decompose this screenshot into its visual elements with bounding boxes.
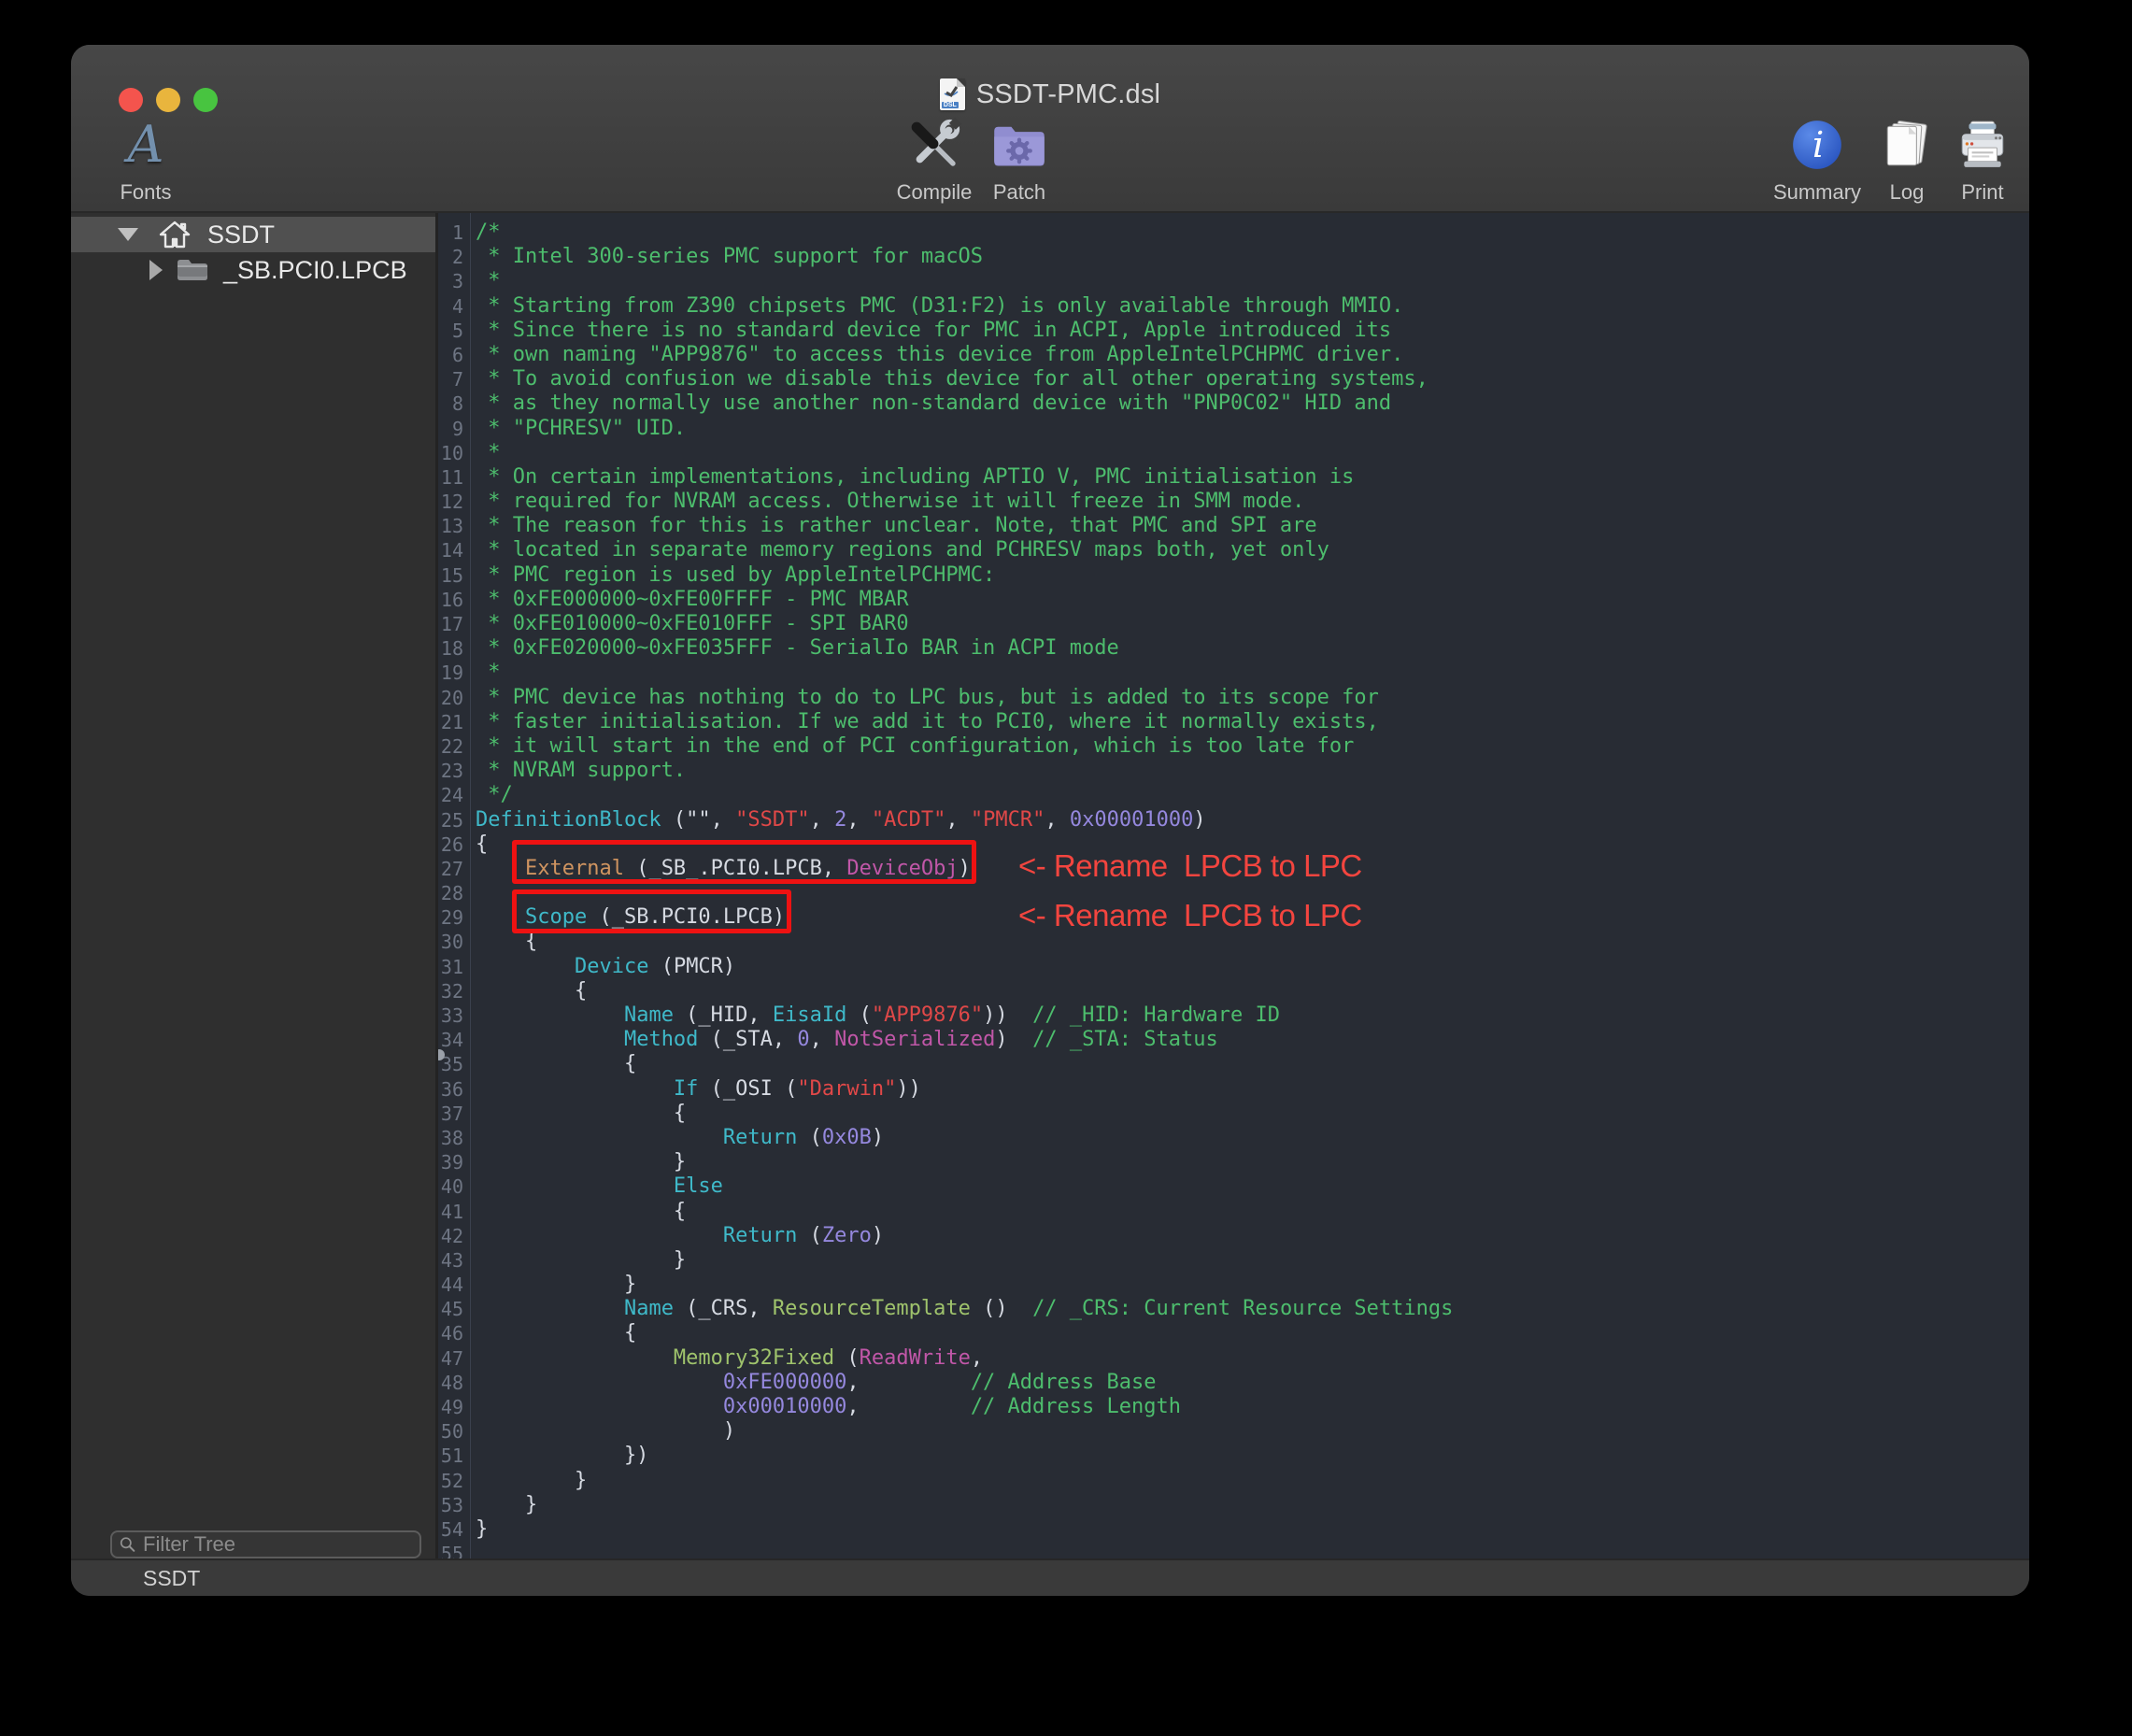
patch-folder-icon <box>991 115 1047 175</box>
code-line[interactable]: * PMC region is used by AppleIntelPCHPMC… <box>476 563 1453 588</box>
code-line[interactable]: Method (_STA, 0, NotSerialized) // _STA:… <box>476 1028 1453 1052</box>
code-line[interactable]: * required for NVRAM access. Otherwise i… <box>476 490 1453 514</box>
sidebar: SSDT _SB.PCI0.LPCB <box>71 213 435 1558</box>
code-line[interactable]: } <box>476 1493 1453 1517</box>
code-line[interactable]: Return (Zero) <box>476 1224 1453 1248</box>
filter-tree-input[interactable] <box>143 1532 412 1557</box>
code-line[interactable]: } <box>476 1469 1453 1493</box>
code-line[interactable]: ) <box>476 1419 1453 1444</box>
code-line[interactable]: * "PCHRESV" UID. <box>476 417 1453 441</box>
code-line[interactable]: */ <box>476 783 1453 807</box>
patch-button[interactable]: Patch <box>982 115 1057 208</box>
code-line[interactable]: 0x00010000, // Address Length <box>476 1395 1453 1419</box>
folder-icon <box>176 257 207 283</box>
code-line[interactable]: * as they normally use another non-stand… <box>476 391 1453 416</box>
pages-icon <box>1880 115 1934 175</box>
code-line[interactable]: * Starting from Z390 chipsets PMC (D31:F… <box>476 294 1453 319</box>
fonts-button[interactable]: A Fonts <box>99 115 192 208</box>
code-line[interactable]: * PMC device has nothing to do to LPC bu… <box>476 686 1453 710</box>
log-button[interactable]: Log <box>1874 115 1940 208</box>
code-line[interactable]: } <box>476 1248 1453 1273</box>
code-line[interactable]: 0xFE000000, // Address Base <box>476 1371 1453 1395</box>
code-line[interactable]: DefinitionBlock ("", "SSDT", 2, "ACDT", … <box>476 808 1453 832</box>
printer-icon <box>1955 115 2010 175</box>
window-title: SSDT-PMC.dsl <box>976 79 1160 110</box>
info-icon: i <box>1791 115 1843 175</box>
compile-label: Compile <box>897 180 973 205</box>
code-line[interactable]: * Intel 300-series PMC support for macOS <box>476 245 1453 269</box>
code-line[interactable]: { <box>476 1200 1453 1224</box>
annotation-note-1: <- Rename LPCB to LPC <box>1018 848 1362 884</box>
code-line[interactable]: * <box>476 269 1453 293</box>
code-line[interactable]: * 0xFE010000~0xFE010FFF - SPI BAR0 <box>476 612 1453 636</box>
code-line[interactable]: } <box>476 1517 1453 1542</box>
print-label: Print <box>1961 180 2003 205</box>
code-line[interactable]: * Since there is no standard device for … <box>476 319 1453 343</box>
code-line[interactable]: * On certain implementations, including … <box>476 465 1453 490</box>
svg-text:i: i <box>1812 124 1824 166</box>
tree-label-lpcb: _SB.PCI0.LPCB <box>223 256 407 285</box>
summary-label: Summary <box>1773 180 1861 205</box>
tree-label-ssdt: SSDT <box>207 221 275 249</box>
code-line[interactable]: { <box>476 1321 1453 1345</box>
status-selection-label: SSDT <box>143 1566 200 1591</box>
code-line[interactable]: * located in separate memory regions and… <box>476 538 1453 562</box>
line-numbers: 1234567891011121314151617181920212223242… <box>438 221 466 1558</box>
log-label: Log <box>1890 180 1925 205</box>
annotation-box-external <box>512 840 976 884</box>
code-line[interactable]: * To avoid confusion we disable this dev… <box>476 367 1453 391</box>
code-line[interactable]: Name (_HID, EisaId ("APP9876")) // _HID:… <box>476 1003 1453 1028</box>
status-bar: SSDT <box>71 1558 2029 1596</box>
code-line[interactable]: * 0xFE020000~0xFE035FFF - SerialIo BAR i… <box>476 636 1453 661</box>
code-line[interactable]: { <box>476 1102 1453 1126</box>
code-line[interactable]: * 0xFE000000~0xFE00FFFF - PMC MBAR <box>476 588 1453 612</box>
code-line[interactable]: * it will start in the end of PCI config… <box>476 734 1453 759</box>
code-line[interactable]: Memory32Fixed (ReadWrite, <box>476 1346 1453 1371</box>
print-button[interactable]: Print <box>1950 115 2015 208</box>
compile-button[interactable]: Compile <box>888 115 981 208</box>
code-line[interactable]: * NVRAM support. <box>476 759 1453 783</box>
code-line[interactable]: { <box>476 1052 1453 1076</box>
title-bar[interactable]: DSL SSDT-PMC.dsl A Fonts Compile <box>71 45 2029 213</box>
filter-tree-field[interactable] <box>110 1530 421 1558</box>
code-line[interactable]: * <box>476 661 1453 685</box>
tools-icon <box>905 115 963 175</box>
patch-label: Patch <box>993 180 1045 205</box>
code-line[interactable]: * faster initialisation. If we add it to… <box>476 710 1453 734</box>
disclosure-right-icon[interactable] <box>149 260 163 280</box>
code-line[interactable]: Device (PMCR) <box>476 955 1453 979</box>
search-icon <box>120 1535 135 1554</box>
fonts-label: Fonts <box>120 180 171 205</box>
code-line[interactable]: * own naming "APP9876" to access this de… <box>476 343 1453 367</box>
document-icon: DSL <box>940 78 965 110</box>
code-line[interactable]: Return (0x0B) <box>476 1126 1453 1150</box>
code-line[interactable] <box>476 1542 1453 1558</box>
code-line[interactable]: Else <box>476 1174 1453 1199</box>
code-line[interactable]: * <box>476 441 1453 465</box>
maciasl-window: DSL SSDT-PMC.dsl A Fonts Compile <box>71 45 2029 1596</box>
sidebar-item-lpcb[interactable]: _SB.PCI0.LPCB <box>71 252 435 288</box>
code-line[interactable]: Name (_CRS, ResourceTemplate () // _CRS:… <box>476 1297 1453 1321</box>
code-line[interactable]: }) <box>476 1444 1453 1468</box>
code-line[interactable]: } <box>476 1150 1453 1174</box>
annotation-box-scope <box>512 889 791 933</box>
sidebar-item-ssdt[interactable]: SSDT <box>71 217 435 252</box>
annotation-note-2: <- Rename LPCB to LPC <box>1018 898 1362 933</box>
code-line[interactable]: * The reason for this is rather unclear.… <box>476 514 1453 538</box>
code-line[interactable]: /* <box>476 221 1453 245</box>
code-line[interactable]: { <box>476 930 1453 954</box>
summary-button[interactable]: i Summary <box>1770 115 1864 208</box>
code-line[interactable]: { <box>476 979 1453 1003</box>
code-line[interactable]: If (_OSI ("Darwin")) <box>476 1077 1453 1102</box>
code-editor[interactable]: 1234567891011121314151617181920212223242… <box>438 213 2029 1558</box>
home-icon <box>159 221 191 249</box>
disclosure-down-icon[interactable] <box>118 228 138 241</box>
code-line[interactable]: } <box>476 1273 1453 1297</box>
window-title-row: DSL SSDT-PMC.dsl <box>71 75 2029 114</box>
fonts-icon: A <box>128 115 164 175</box>
